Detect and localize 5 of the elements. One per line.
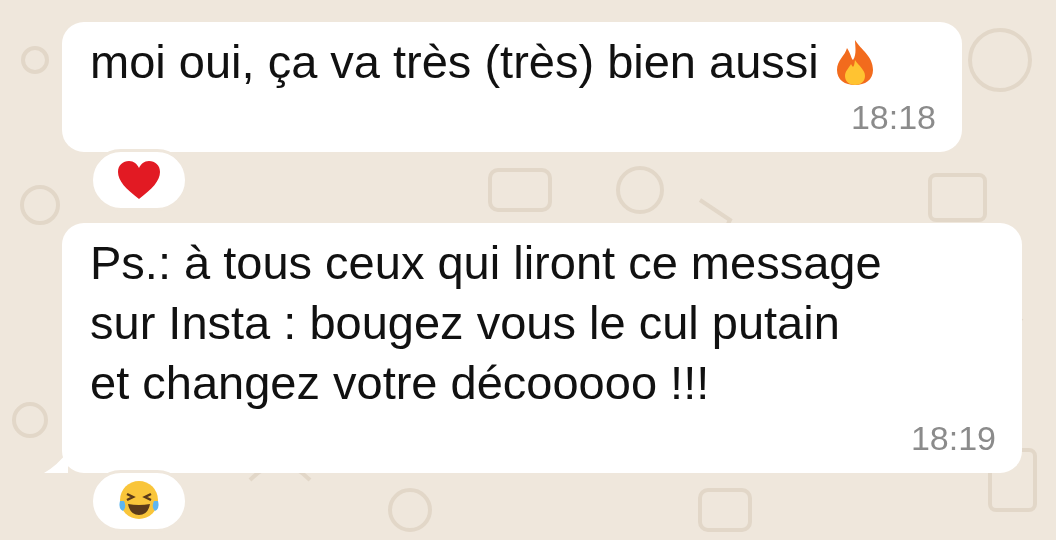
message-time: 18:19	[910, 418, 996, 459]
message-text: moi oui, ça va très (très) bien aussi	[90, 34, 819, 90]
message-time: 18:18	[850, 97, 936, 138]
message-text: Ps.: à tous ceux qui liront ce message sur Insta : bougez vous le cul putain et changez votre décooooo !!!	[90, 235, 883, 411]
heart-icon	[116, 159, 162, 201]
